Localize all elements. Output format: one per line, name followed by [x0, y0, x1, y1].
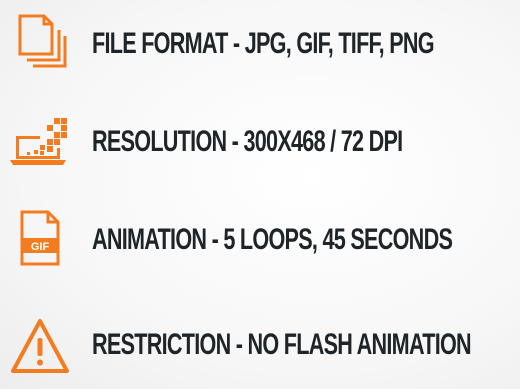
- gif-badge-text: GIF: [31, 241, 50, 253]
- warning-icon: [10, 315, 70, 375]
- spec-row-animation: GIF ANIMATION - 5 LOOPS, 45 SECONDS: [0, 210, 520, 270]
- spec-file-format-text: FILE FORMAT - JPG, GIF, TIFF, PNG: [92, 27, 435, 60]
- ad-specs-panel: FILE FORMAT - JPG, GIF, TIFF, PNG RESOLU…: [0, 0, 520, 389]
- spec-resolution-text: RESOLUTION - 300X468 / 72 DPI: [92, 125, 403, 158]
- spec-restriction-text: RESTRICTION - NO FLASH ANIMATION: [92, 328, 472, 361]
- files-icon: [10, 14, 70, 74]
- spec-row-file-format: FILE FORMAT - JPG, GIF, TIFF, PNG: [0, 14, 520, 74]
- spec-row-restriction: RESTRICTION - NO FLASH ANIMATION: [0, 315, 520, 375]
- spec-animation-text: ANIMATION - 5 LOOPS, 45 SECONDS: [92, 223, 453, 256]
- laptop-resolution-icon: [10, 112, 70, 172]
- spec-row-resolution: RESOLUTION - 300X468 / 72 DPI: [0, 112, 520, 172]
- gif-file-icon: GIF: [10, 210, 70, 270]
